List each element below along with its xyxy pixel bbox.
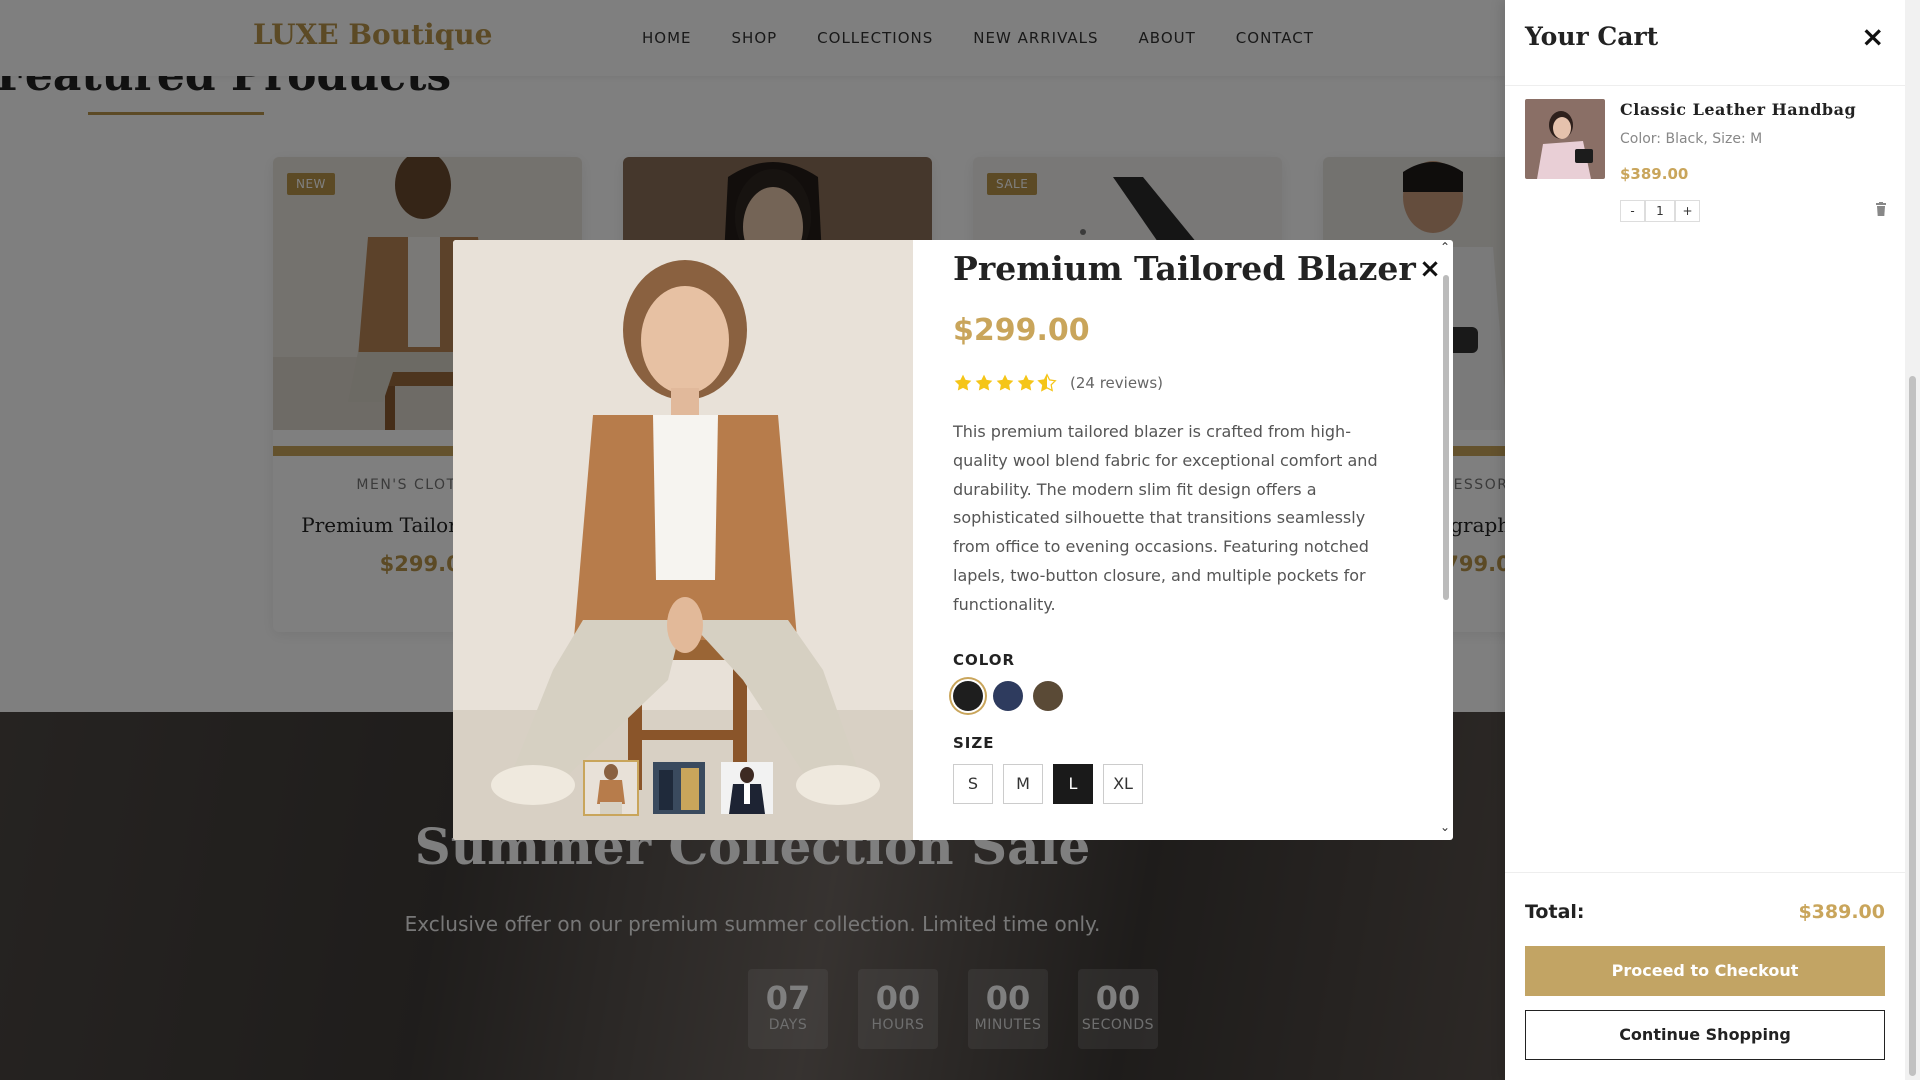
checkout-button[interactable]: Proceed to Checkout [1525, 946, 1885, 996]
modal-scroll-thumb[interactable] [1443, 275, 1449, 600]
thumbnail-1[interactable] [583, 760, 639, 816]
star-icon [1017, 374, 1035, 391]
cart-item-variant: Color: Black, Size: M [1620, 131, 1763, 147]
color-swatches [953, 681, 1063, 711]
product-description: This premium tailored blazer is crafted … [953, 422, 1378, 614]
scroll-up-icon[interactable]: ⌃ [1440, 240, 1450, 254]
star-icon [996, 374, 1014, 391]
thumbnail-2[interactable] [651, 760, 707, 816]
cart-item-price: $389.00 [1620, 165, 1689, 183]
modal-product-price: $299.00 [953, 313, 1090, 348]
cart-item-name: Classic Leather Handbag [1620, 100, 1857, 119]
star-icon [975, 374, 993, 391]
review-count[interactable]: (24 reviews) [1070, 374, 1163, 392]
qty-value[interactable]: 1 [1645, 200, 1675, 222]
cart-item-image [1525, 99, 1605, 179]
quick-view-modal: Premium Tailored Blazer × $299.00 (24 re… [453, 240, 1453, 840]
size-xl[interactable]: XL [1103, 764, 1143, 804]
continue-shopping-button[interactable]: Continue Shopping [1525, 1010, 1885, 1060]
color-swatch-navy[interactable] [993, 681, 1023, 711]
modal-product-image [453, 240, 913, 840]
size-label: SIZE [953, 734, 995, 752]
site-background: LUXE Boutique HOME SHOP COLLECTIONS NEW … [0, 0, 1505, 1080]
thumbnail-3[interactable] [719, 760, 775, 816]
quantity-stepper: - 1 + [1620, 200, 1700, 222]
cart-drawer: Your Cart × Classic Leather Handbag Colo… [1505, 0, 1905, 1080]
cart-footer: Total: $389.00 Proceed to Checkout Conti… [1505, 872, 1905, 1080]
modal-product-title: Premium Tailored Blazer [953, 249, 1416, 288]
color-swatch-black[interactable] [953, 681, 983, 711]
star-icon [954, 374, 972, 391]
size-options: S M L XL [953, 764, 1143, 804]
qty-increment-button[interactable]: + [1675, 200, 1700, 222]
close-icon[interactable]: × [1861, 22, 1884, 52]
thumbnail-strip [583, 760, 775, 816]
page-scroll-thumb[interactable] [1909, 376, 1916, 1076]
color-label: COLOR [953, 651, 1016, 669]
rating-stars: (24 reviews) [953, 373, 1163, 393]
cart-title: Your Cart [1525, 22, 1659, 51]
size-l[interactable]: L [1053, 764, 1093, 804]
trash-icon[interactable] [1875, 202, 1887, 216]
color-swatch-brown[interactable] [1033, 681, 1063, 711]
total-value: $389.00 [1798, 901, 1885, 923]
page-scrollbar[interactable] [1905, 0, 1920, 1080]
scroll-down-icon[interactable]: ⌄ [1440, 820, 1450, 834]
modal-scrollbar[interactable]: ⌃ ⌄ [1439, 240, 1453, 840]
cart-header: Your Cart × [1505, 0, 1905, 86]
qty-decrement-button[interactable]: - [1620, 200, 1645, 222]
size-m[interactable]: M [1003, 764, 1043, 804]
total-label: Total: [1525, 901, 1585, 923]
size-s[interactable]: S [953, 764, 993, 804]
half-star-icon [1037, 373, 1057, 392]
